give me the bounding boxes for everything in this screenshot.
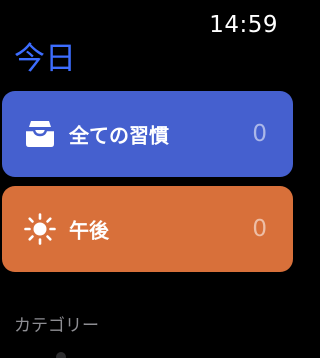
watch-screen: 14:59 今日 全ての習慣 0 午後 0 カテゴリー: [0, 0, 294, 358]
afternoon-label: 午後: [69, 218, 109, 243]
all-habits-count: 0: [252, 121, 267, 147]
sun-icon: [23, 212, 57, 246]
all-habits-card[interactable]: 全ての習慣 0: [2, 91, 293, 177]
next-item-peek: [56, 352, 66, 358]
category-section-label: カテゴリー: [14, 316, 99, 336]
afternoon-card[interactable]: 午後 0: [2, 186, 293, 272]
all-habits-label: 全ての習慣: [69, 123, 169, 148]
afternoon-count: 0: [252, 216, 267, 242]
inbox-tray-icon: [23, 117, 57, 151]
page-title: 今日: [14, 41, 76, 77]
status-time: 14:59: [209, 12, 278, 38]
